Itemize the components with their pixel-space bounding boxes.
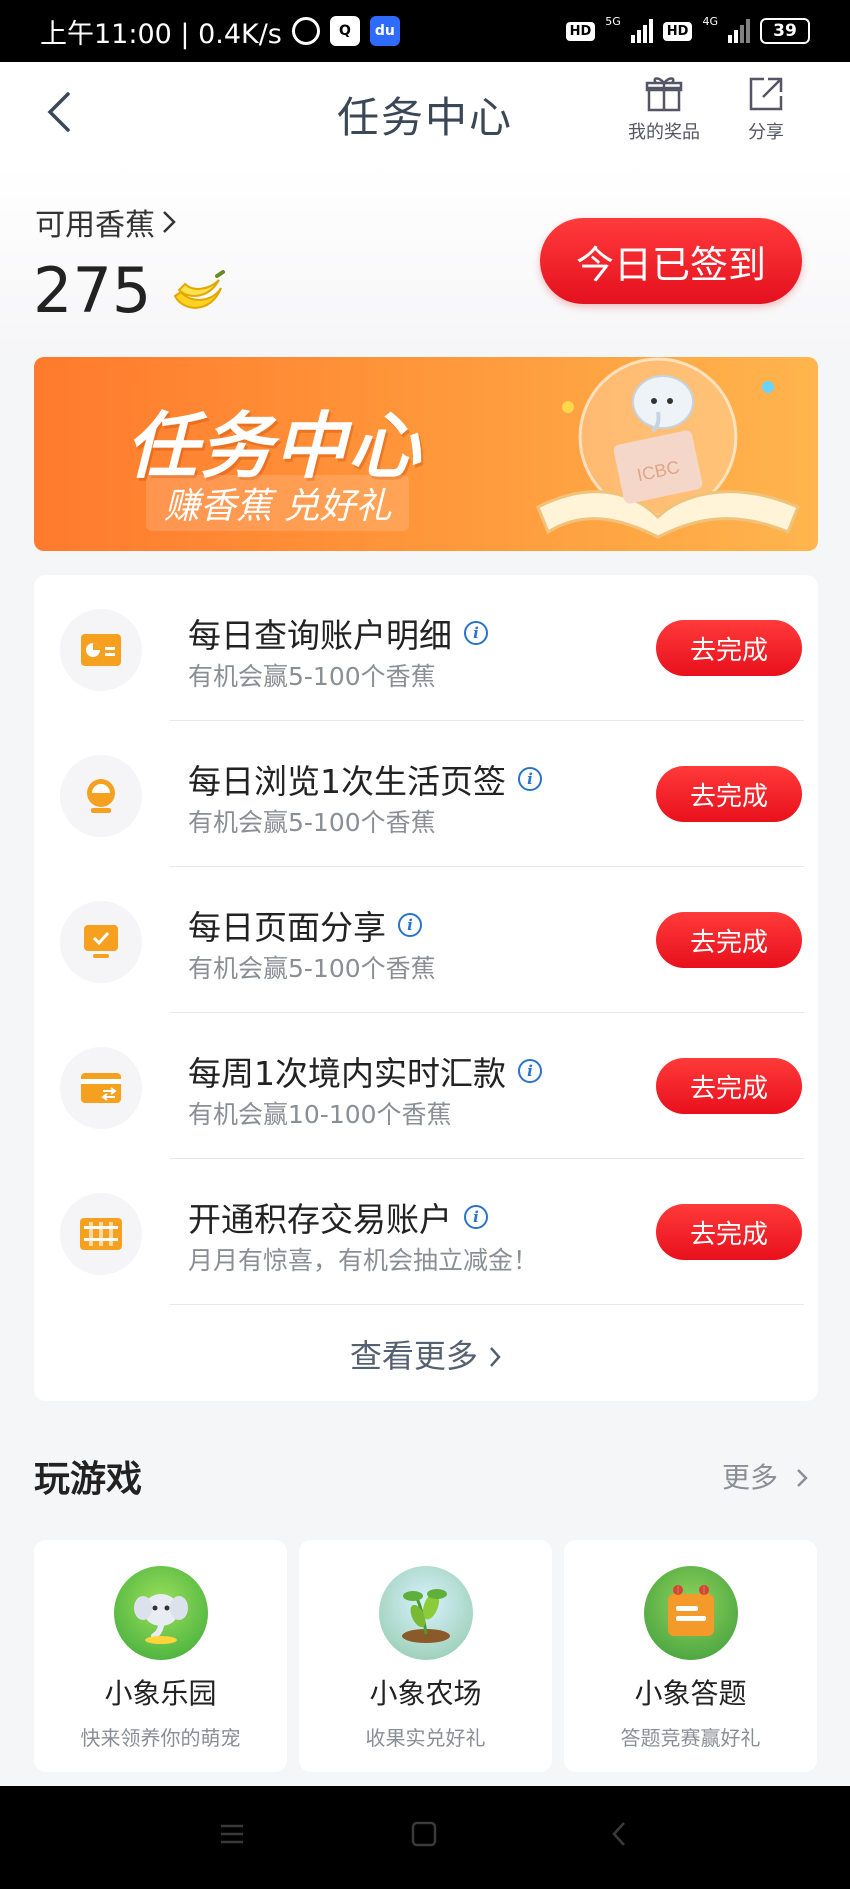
task-description: 有机会赢5-100个香蕉	[188, 954, 436, 983]
view-more-link[interactable]: 查看更多	[34, 1331, 818, 1377]
hd-icon: HD	[565, 21, 596, 41]
task-icon-wrap	[60, 1047, 142, 1129]
account-detail-icon	[81, 634, 121, 666]
game-description: 收果实兑好礼	[365, 1726, 486, 1750]
task-row: 每日页面分享 i 有机会赢5-100个香蕉 去完成	[34, 867, 818, 1013]
network-4g-label: 4G	[702, 14, 718, 28]
game-card-elephant-quiz[interactable]: 小象答题 答题竞赛赢好礼	[564, 1540, 817, 1772]
task-center-banner[interactable]: 任务中心 赚香蕉 兑好礼 ICBC	[34, 357, 818, 551]
task-title-text: 开通积存交易账户	[188, 1200, 452, 1239]
page-share-icon	[84, 925, 118, 958]
status-time: 上午11:00 | 0.4K/s	[40, 18, 282, 50]
info-icon[interactable]: i	[518, 1059, 542, 1083]
signal-icon	[630, 19, 653, 43]
task-icon-wrap	[60, 609, 142, 691]
go-complete-button[interactable]: 去完成	[656, 766, 802, 822]
banana-count: 275	[33, 254, 152, 327]
games-section-title: 玩游戏	[34, 1459, 143, 1500]
task-title: 开通积存交易账户 i	[188, 1193, 488, 1241]
game-card-elephant-park[interactable]: 小象乐园 快来领养你的萌宠	[34, 1540, 287, 1772]
share-icon	[749, 77, 783, 111]
game-description: 快来领养你的萌宠	[80, 1726, 241, 1750]
info-icon[interactable]: i	[398, 913, 422, 937]
task-icon-wrap	[60, 1193, 142, 1275]
share-label: 分享	[748, 122, 784, 143]
banner-subtitle: 赚香蕉 兑好礼	[146, 475, 410, 531]
chevron-right-icon	[797, 1469, 808, 1487]
signal-icon-2	[728, 19, 750, 43]
my-prizes-button[interactable]: 我的奖品	[628, 74, 700, 144]
task-row: 每日浏览1次生活页签 i 有机会赢5-100个香蕉 去完成	[34, 721, 818, 867]
game-card-elephant-farm[interactable]: 小象农场 收果实兑好礼	[299, 1540, 552, 1772]
baidu-icon: du	[369, 16, 400, 46]
banana-icon	[174, 269, 226, 309]
task-title: 每日页面分享 i	[188, 901, 422, 949]
share-button[interactable]: 分享	[746, 74, 786, 144]
task-title: 每日浏览1次生活页签 i	[188, 755, 542, 803]
go-complete-button[interactable]: 去完成	[656, 1058, 802, 1114]
task-description: 有机会赢10-100个香蕉	[188, 1100, 452, 1129]
info-icon[interactable]: i	[518, 767, 542, 791]
status-bar: 上午11:00 | 0.4K/s Q du HD 5G HD 4G 39	[0, 0, 850, 62]
signed-in-today-button[interactable]: 今日已签到	[540, 218, 802, 304]
qq-icon: Q	[329, 16, 360, 46]
savings-account-icon	[80, 1218, 122, 1250]
task-title-text: 每周1次境内实时汇款	[188, 1054, 506, 1093]
battery-icon: 39	[760, 18, 810, 44]
elephant-book-illustration: ICBC	[536, 357, 800, 539]
chevron-right-icon	[163, 211, 176, 233]
view-more-label: 查看更多	[349, 1337, 478, 1375]
banana-balance: 275	[33, 254, 226, 327]
info-icon[interactable]: i	[464, 1205, 488, 1229]
task-title-text: 每日浏览1次生活页签	[188, 762, 506, 801]
game-name: 小象答题	[634, 1677, 747, 1710]
game-name: 小象农场	[369, 1677, 482, 1710]
task-icon-wrap	[60, 755, 142, 837]
available-bananas-link[interactable]: 可用香蕉	[35, 200, 177, 244]
task-description: 月月有惊喜，有机会抽立减金！	[188, 1246, 539, 1275]
task-title-text: 每日页面分享	[188, 908, 386, 947]
elephant-farm-icon	[378, 1566, 473, 1660]
elephant-quiz-icon	[643, 1566, 738, 1660]
hd-icon-2: HD	[662, 21, 693, 41]
nav-back-icon[interactable]	[606, 1820, 634, 1848]
gift-icon	[645, 77, 683, 112]
divider	[170, 1304, 804, 1305]
games-more-label: 更多	[722, 1461, 779, 1494]
available-bananas-label: 可用香蕉	[35, 208, 155, 243]
network-5g-label: 5G	[605, 14, 621, 28]
chevron-right-icon	[490, 1347, 501, 1367]
elephant-park-icon	[113, 1566, 208, 1660]
task-row: 每周1次境内实时汇款 i 有机会赢10-100个香蕉 去完成	[34, 1013, 818, 1159]
balance-section: 可用香蕉 275 今日已签到	[0, 162, 850, 352]
games-more-link[interactable]: 更多	[722, 1456, 809, 1496]
task-title: 每周1次境内实时汇款 i	[188, 1047, 542, 1095]
remittance-card-icon	[81, 1073, 121, 1103]
task-title: 每日查询账户明细 i	[188, 609, 488, 657]
alarm-icon	[291, 17, 320, 45]
go-complete-button[interactable]: 去完成	[656, 912, 802, 968]
home-square-icon[interactable]	[410, 1820, 438, 1848]
my-prizes-label: 我的奖品	[628, 122, 700, 143]
game-description: 答题竞赛赢好礼	[620, 1726, 761, 1750]
life-tab-icon	[87, 779, 115, 813]
task-icon-wrap	[60, 901, 142, 983]
task-title-text: 每日查询账户明细	[188, 616, 452, 655]
go-complete-button[interactable]: 去完成	[656, 620, 802, 676]
page-title: 任务中心	[336, 93, 513, 142]
app-header: 任务中心 我的奖品 分享	[0, 62, 850, 162]
system-nav-bar	[0, 1786, 850, 1889]
info-icon[interactable]: i	[464, 621, 488, 645]
task-description: 有机会赢5-100个香蕉	[188, 662, 436, 691]
task-row: 开通积存交易账户 i 月月有惊喜，有机会抽立减金！ 去完成	[34, 1159, 818, 1305]
menu-icon[interactable]	[218, 1820, 246, 1848]
task-list-card: 每日查询账户明细 i 有机会赢5-100个香蕉 去完成 每日浏览1次生活页签 i…	[34, 575, 818, 1401]
task-description: 有机会赢5-100个香蕉	[188, 808, 436, 837]
go-complete-button[interactable]: 去完成	[656, 1204, 802, 1260]
task-row: 每日查询账户明细 i 有机会赢5-100个香蕉 去完成	[34, 575, 818, 721]
game-name: 小象乐园	[104, 1677, 217, 1710]
